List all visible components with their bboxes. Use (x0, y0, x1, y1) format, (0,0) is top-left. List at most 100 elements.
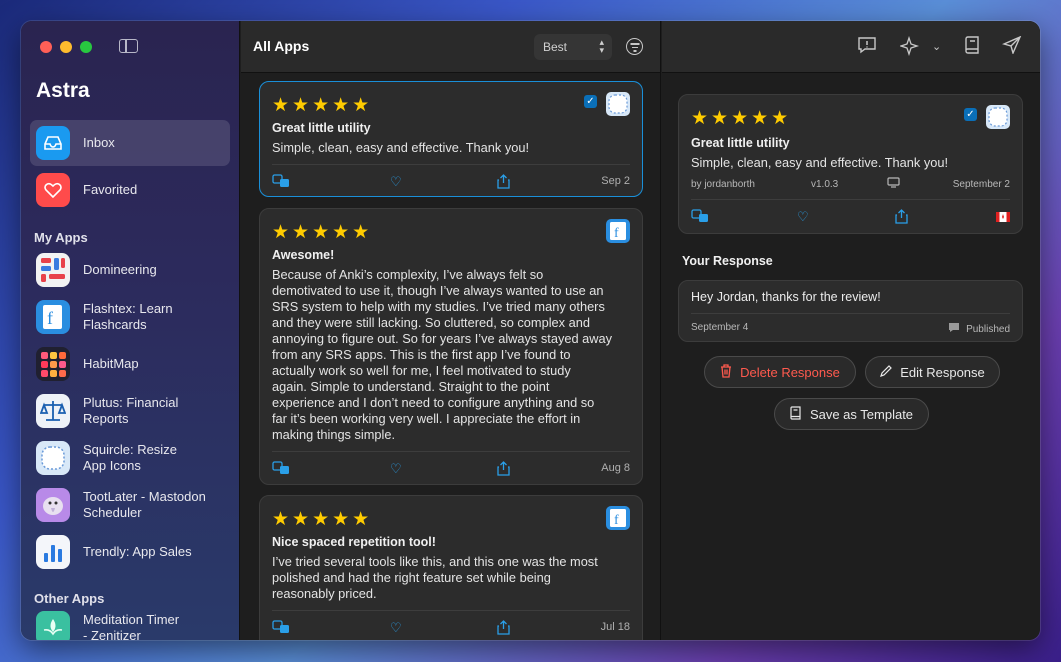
label-line-2: - Zenitizer (83, 628, 141, 640)
sidebar-item-meditation-timer[interactable]: Meditation Timer - Zenitizer (30, 605, 230, 640)
filter-icon[interactable] (626, 38, 643, 55)
review-body: Simple, clean, easy and effective. Thank… (691, 155, 949, 170)
send-icon[interactable] (1001, 35, 1022, 59)
share-icon[interactable] (497, 620, 510, 638)
translate-icon[interactable] (691, 209, 709, 226)
sidebar-item-trendly[interactable]: Trendly: App Sales (30, 529, 230, 575)
review-body: Because of Anki’s complexity, I’ve alway… (272, 267, 630, 443)
review-actions: ♡ Sep 2 (272, 174, 630, 190)
app-window: Astra Inbox Favorited My Apps Domineerin… (21, 21, 1040, 640)
save-as-template-button[interactable]: Save as Template (774, 398, 929, 430)
sidebar-item-label: Flashtex: Learn Flashcards (83, 301, 173, 333)
svg-text:f: f (614, 226, 619, 241)
heart-outline-icon[interactable]: ♡ (390, 620, 402, 636)
zoom-window-button[interactable] (80, 41, 92, 53)
device-icon (887, 177, 900, 191)
sidebar-item-label: TootLater - Mastodon Scheduler (83, 489, 206, 521)
sidebar-item-label: Plutus: Financial Reports (83, 395, 178, 427)
sidebar-item-habitmap[interactable]: HabitMap (30, 341, 230, 387)
star-rating: ★★★★★ (272, 222, 373, 243)
review-body: I’ve tried several tools like this, and … (272, 554, 630, 602)
response-status-label: Published (966, 323, 1010, 335)
delete-response-label: Delete Response (740, 364, 840, 380)
star-rating: ★★★★★ (272, 509, 373, 530)
sidebar-item-domineering[interactable]: Domineering (30, 247, 230, 293)
sidebar-item-squircle[interactable]: Squircle: Resize App Icons (30, 435, 230, 481)
heart-outline-icon[interactable]: ♡ (390, 461, 402, 477)
sidebar-item-label: Meditation Timer - Zenitizer (83, 612, 179, 640)
body-line: actually work so well for me, I feel mot… (272, 363, 571, 378)
divider (691, 313, 1010, 314)
sidebar-item-label: Domineering (83, 262, 157, 277)
translate-icon[interactable] (272, 174, 290, 191)
other-apps-heading: Other Apps (34, 591, 105, 606)
detail-toolbar: ⌄ (662, 21, 1040, 73)
squircle-app-icon (986, 105, 1010, 129)
selected-review-card: ★★★★★ ✓ Great little utility Simple, cle… (678, 94, 1023, 234)
sidebar: Astra Inbox Favorited My Apps Domineerin… (21, 21, 240, 640)
close-window-button[interactable] (40, 41, 52, 53)
sort-select[interactable]: Best ▴ ▾ (534, 34, 612, 60)
pencil-icon (880, 364, 893, 380)
heart-outline-icon[interactable]: ♡ (390, 174, 402, 190)
delete-response-button[interactable]: Delete Response (704, 356, 856, 388)
sidebar-item-inbox[interactable]: Inbox (30, 120, 230, 166)
flashtex-app-icon: f (36, 300, 70, 334)
chevron-down-icon[interactable]: ⌄ (932, 40, 941, 53)
published-icon (948, 322, 960, 336)
body-line: demotivated to use it, though I’ve alway… (272, 283, 604, 298)
review-title: Great little utility (272, 121, 371, 135)
review-list-pane: All Apps Best ▴ ▾ ★★★★★ ✓ Great little ut… (241, 21, 661, 640)
svg-text:f: f (47, 308, 53, 328)
body-line: far it’s been working very well. I appre… (272, 411, 581, 426)
list-title: All Apps (253, 38, 310, 54)
inbox-icon (36, 126, 70, 160)
app-version: v1.0.3 (811, 179, 839, 190)
review-title: Awesome! (272, 248, 335, 262)
body-line: experience and I don’t need to configure… (272, 395, 595, 410)
review-date: Jul 18 (600, 621, 630, 633)
review-card[interactable]: ★★★★★ f Nice spaced repetition tool! I’v… (259, 495, 643, 640)
sidebar-item-flashtex[interactable]: f Flashtex: Learn Flashcards (30, 294, 230, 340)
response-text: Hey Jordan, thanks for the review! (691, 290, 881, 304)
divider (272, 164, 630, 165)
label-line-2: Reports (83, 411, 129, 426)
star-rating: ★★★★★ (272, 95, 373, 116)
body-line: polished and had the right feature set w… (272, 570, 551, 585)
sidebar-toggle-icon[interactable] (119, 39, 138, 53)
body-line: annoying to figure out. So for years I’v… (272, 331, 613, 346)
sidebar-item-favorited[interactable]: Favorited (30, 167, 230, 213)
label-line-1: Meditation Timer (83, 612, 180, 627)
canada-flag-icon (996, 210, 1010, 225)
sort-value: Best (543, 40, 568, 54)
review-actions: ♡ Jul 18 (272, 620, 630, 636)
response-status: Published (948, 322, 1010, 336)
sidebar-item-plutus[interactable]: Plutus: Financial Reports (30, 388, 230, 434)
window-controls (40, 41, 92, 53)
review-card[interactable]: ★★★★★ f Awesome! Because of Anki’s compl… (259, 208, 643, 485)
minimize-window-button[interactable] (60, 41, 72, 53)
body-line: Because of Anki’s complexity, I’ve alway… (272, 267, 544, 282)
body-line: from any SRS apps. This is the first app… (272, 347, 571, 362)
tootlater-app-icon (36, 488, 70, 522)
translate-icon[interactable] (272, 620, 290, 637)
review-card[interactable]: ★★★★★ ✓ Great little utility Simple, cle… (259, 81, 643, 197)
up-down-chevron-icon: ▴ ▾ (599, 37, 604, 55)
book-icon[interactable] (965, 36, 981, 59)
label-line-2: Flashcards (83, 317, 147, 332)
share-icon[interactable] (497, 461, 510, 479)
share-icon[interactable] (497, 174, 510, 192)
svg-text:f: f (614, 513, 619, 528)
sparkles-icon[interactable] (898, 35, 920, 61)
label-line-1: TootLater - Mastodon (83, 489, 206, 504)
translate-icon[interactable] (272, 461, 290, 478)
edit-response-button[interactable]: Edit Response (865, 356, 1000, 388)
template-book-icon (790, 405, 802, 423)
sidebar-item-tootlater[interactable]: TootLater - Mastodon Scheduler (30, 482, 230, 528)
report-icon[interactable] (857, 36, 877, 59)
heart-outline-icon[interactable]: ♡ (797, 209, 809, 225)
review-date: September 2 (952, 179, 1010, 190)
domineering-app-icon (36, 253, 70, 287)
share-icon[interactable] (895, 209, 908, 227)
sidebar-item-label: Favorited (83, 182, 138, 197)
